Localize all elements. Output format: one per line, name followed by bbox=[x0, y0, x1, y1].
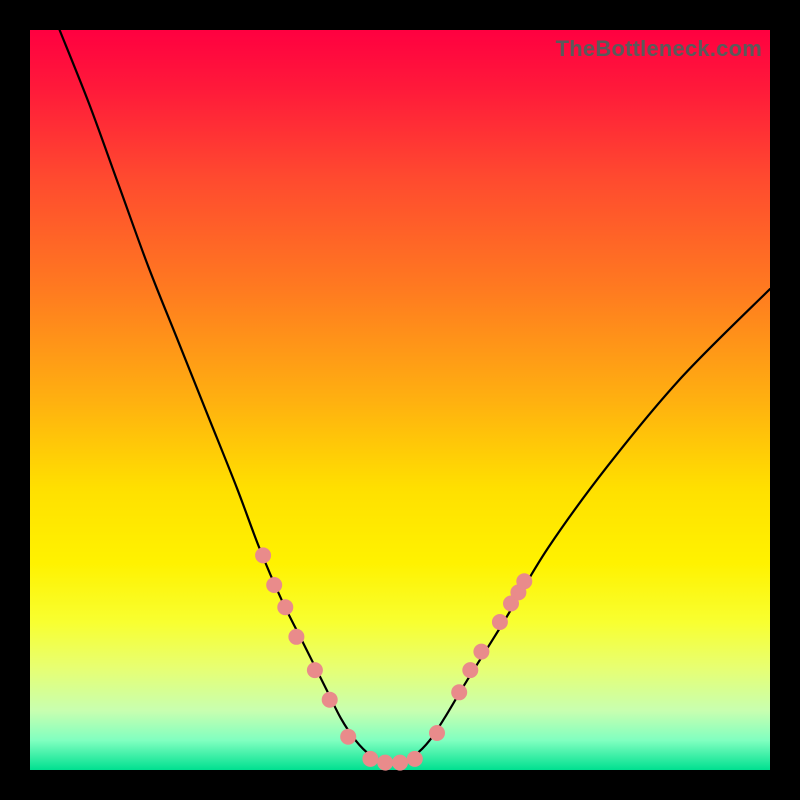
curve-marker bbox=[462, 662, 478, 678]
curve-marker bbox=[516, 573, 532, 589]
curve-marker bbox=[473, 644, 489, 660]
curve-marker bbox=[307, 662, 323, 678]
chart-frame: TheBottleneck.com bbox=[0, 0, 800, 800]
curve-marker bbox=[377, 755, 393, 771]
curve-marker bbox=[392, 755, 408, 771]
curve-marker bbox=[288, 629, 304, 645]
chart-svg bbox=[30, 30, 770, 770]
curve-marker bbox=[492, 614, 508, 630]
curve-marker bbox=[429, 725, 445, 741]
bottleneck-curve bbox=[60, 30, 770, 764]
curve-markers bbox=[255, 547, 532, 770]
curve-marker bbox=[277, 599, 293, 615]
plot-area: TheBottleneck.com bbox=[30, 30, 770, 770]
curve-marker bbox=[340, 729, 356, 745]
curve-marker bbox=[451, 684, 467, 700]
curve-marker bbox=[362, 751, 378, 767]
curve-marker bbox=[407, 751, 423, 767]
curve-marker bbox=[322, 692, 338, 708]
curve-marker bbox=[255, 547, 271, 563]
curve-marker bbox=[266, 577, 282, 593]
